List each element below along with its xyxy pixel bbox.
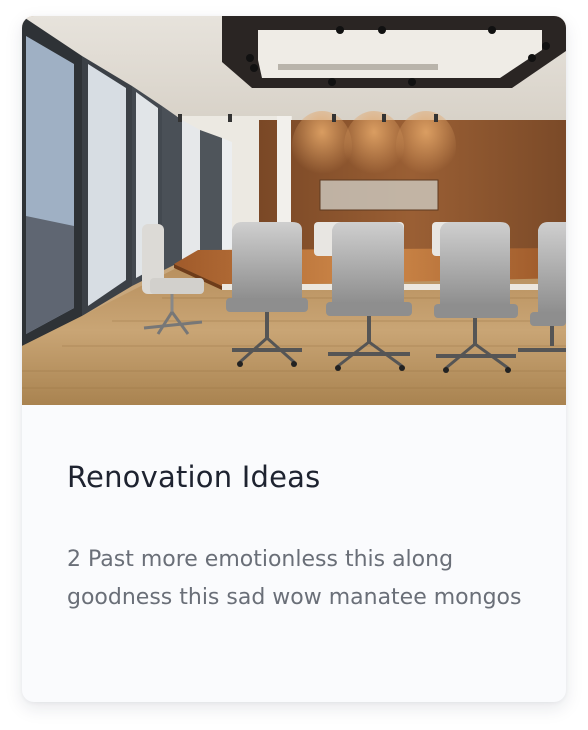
- card-body: Renovation Ideas 2 Past more emotionless…: [22, 405, 566, 702]
- card-description: 2 Past more emotionless this along goodn…: [67, 547, 522, 610]
- blog-card[interactable]: Renovation Ideas 2 Past more emotionless…: [22, 16, 566, 702]
- card-title[interactable]: Renovation Ideas: [67, 460, 320, 494]
- card-image: [22, 16, 566, 405]
